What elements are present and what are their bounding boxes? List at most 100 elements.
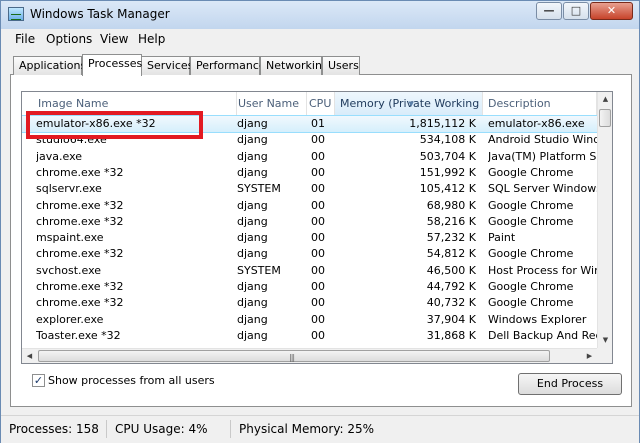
- cell-description: Google Chrome: [488, 296, 574, 310]
- checkmark-icon: ✓: [33, 374, 44, 387]
- caption-buttons: — □ ✕: [535, 2, 633, 20]
- process-row[interactable]: chrome.exe *32 djang 00 151,992 K Google Chr…: [22, 165, 597, 181]
- cell-user-name: djang: [237, 214, 268, 228]
- cell-description: Android Studio Window: [488, 133, 598, 147]
- cell-memory: 37,904 K: [426, 312, 476, 326]
- cell-memory: 40,732 K: [426, 296, 476, 310]
- cell-user-name: djang: [237, 133, 268, 147]
- scroll-down-icon[interactable]: ▼: [598, 333, 612, 348]
- process-row[interactable]: java.exe djang 00 503,704 K Java(TM) Platfor…: [22, 149, 598, 165]
- cell-user-name: djang: [237, 280, 268, 293]
- process-row[interactable]: Toaster.exe *32 djang 00 31,868 K Dell Backu…: [22, 328, 598, 344]
- process-row[interactable]: chrome.exe *32 djang 00 44,792 K Google Chro…: [22, 279, 597, 295]
- vertical-scrollbar[interactable]: ▲ ▼: [597, 92, 612, 348]
- cell-image-name: java.exe: [36, 149, 83, 163]
- cell-memory: 58,216 K: [426, 214, 476, 228]
- cell-user-name: SYSTEM: [237, 182, 281, 196]
- tab-processes[interactable]: Processes: [82, 54, 142, 76]
- window-title: Windows Task Manager: [30, 7, 170, 21]
- cell-user-name: djang: [237, 117, 268, 130]
- cell-cpu: 00: [311, 182, 325, 196]
- tab-services[interactable]: Services: [141, 56, 193, 75]
- minimize-icon: —: [543, 4, 555, 17]
- task-manager-window: Windows Task Manager — □ ✕ File Options …: [0, 0, 640, 443]
- maximize-icon: □: [570, 4, 582, 17]
- status-cpu-usage: CPU Usage: 4%: [107, 420, 231, 438]
- cell-memory: 151,992 K: [419, 165, 476, 179]
- cell-cpu: 00: [311, 133, 325, 147]
- cell-image-name: chrome.exe *32: [36, 165, 124, 179]
- cell-image-name: sqlservr.exe: [36, 182, 102, 196]
- status-physical-memory: Physical Memory: 25%: [239, 422, 375, 436]
- cell-description: Dell Backup And Recov: [488, 328, 598, 342]
- cell-user-name: djang: [237, 165, 268, 179]
- menu-file[interactable]: File: [15, 32, 35, 46]
- cell-description: Google Chrome: [488, 280, 574, 293]
- process-row[interactable]: svchost.exe SYSTEM 00 46,500 K Host Process …: [22, 263, 598, 279]
- cell-image-name: explorer.exe: [36, 312, 104, 326]
- process-row[interactable]: explorer.exe djang 00 37,904 K Windows Explo…: [22, 312, 597, 328]
- cell-user-name: djang: [237, 149, 268, 163]
- cell-memory: 534,108 K: [419, 133, 476, 147]
- process-row[interactable]: chrome.exe *32 djang 00 58,216 K Google Chro…: [22, 214, 597, 230]
- process-row[interactable]: mspaint.exe djang 00 57,232 K Paint: [22, 230, 597, 246]
- close-button[interactable]: ✕: [590, 2, 633, 20]
- cell-user-name: djang: [237, 231, 268, 245]
- tab-users[interactable]: Users: [322, 56, 360, 75]
- minimize-button[interactable]: —: [536, 2, 562, 20]
- column-user-name[interactable]: User Name: [237, 92, 307, 115]
- cell-memory: 44,792 K: [426, 280, 476, 293]
- process-row[interactable]: chrome.exe *32 djang 00 68,980 K Google Chro…: [22, 198, 597, 214]
- cell-image-name: svchost.exe: [36, 263, 102, 277]
- cell-memory: 57,232 K: [426, 231, 476, 245]
- cell-description: Windows Explorer: [488, 312, 587, 326]
- scroll-left-icon[interactable]: ◀: [22, 349, 37, 363]
- task-manager-icon: [8, 7, 24, 21]
- cell-cpu: 00: [311, 247, 325, 261]
- cell-user-name: djang: [237, 328, 268, 342]
- cell-user-name: djang: [237, 312, 268, 326]
- cell-cpu: 00: [311, 263, 325, 277]
- cell-memory: 46,500 K: [426, 263, 476, 277]
- column-memory[interactable]: ▼ Memory (Private Working S...: [335, 92, 483, 115]
- show-all-users-checkbox[interactable]: ✓: [32, 374, 45, 387]
- scroll-right-icon[interactable]: ▶: [582, 349, 597, 363]
- cell-description: Paint: [488, 231, 516, 245]
- process-row[interactable]: chrome.exe *32 djang 00 40,732 K Google Chro…: [22, 295, 597, 311]
- process-row[interactable]: chrome.exe *32 djang 00 54,812 K Google Chro…: [22, 246, 597, 262]
- cell-user-name: djang: [237, 247, 268, 261]
- cell-cpu: 00: [311, 214, 325, 228]
- scroll-up-icon[interactable]: ▲: [598, 92, 612, 107]
- cell-cpu: 00: [311, 198, 325, 212]
- cell-description: Google Chrome: [488, 247, 574, 261]
- title-bar[interactable]: Windows Task Manager — □ ✕: [1, 1, 639, 29]
- cell-cpu: 00: [311, 165, 325, 179]
- menu-help[interactable]: Help: [138, 32, 165, 46]
- horizontal-scroll-thumb[interactable]: |||: [38, 350, 550, 362]
- horizontal-scrollbar[interactable]: ◀ ||| ▶: [22, 348, 597, 363]
- end-process-button[interactable]: End Process: [518, 373, 622, 395]
- cell-cpu: 01: [311, 117, 325, 130]
- cell-description: Host Process for Windo: [488, 263, 598, 277]
- maximize-button[interactable]: □: [563, 2, 589, 20]
- menu-options[interactable]: Options: [46, 32, 92, 46]
- scrollbar-corner: [597, 348, 612, 363]
- show-all-users-label[interactable]: Show processes from all users: [48, 374, 215, 387]
- cell-image-name: Toaster.exe *32: [36, 328, 121, 342]
- column-description[interactable]: Description: [483, 92, 597, 115]
- cell-description: SQL Server Windows N: [488, 182, 598, 196]
- cell-image-name: chrome.exe *32: [36, 198, 124, 212]
- grip-icon: |||: [289, 353, 295, 362]
- cell-description: Google Chrome: [488, 198, 574, 212]
- cell-description: Google Chrome: [488, 214, 574, 228]
- tab-networking[interactable]: Networking: [260, 56, 329, 75]
- tab-performance[interactable]: Performance: [190, 56, 266, 75]
- process-row[interactable]: sqlservr.exe SYSTEM 00 105,412 K SQL Server …: [22, 181, 598, 197]
- column-cpu[interactable]: CPU: [307, 92, 335, 115]
- tab-applications[interactable]: Applications: [13, 56, 86, 75]
- red-annotation-box: [26, 111, 203, 139]
- status-bar: Processes: 158 CPU Usage: 4% Physical Me…: [1, 415, 639, 443]
- sort-descending-icon: ▼: [408, 100, 414, 108]
- vertical-scroll-thumb[interactable]: [599, 109, 611, 127]
- menu-view[interactable]: View: [100, 32, 128, 46]
